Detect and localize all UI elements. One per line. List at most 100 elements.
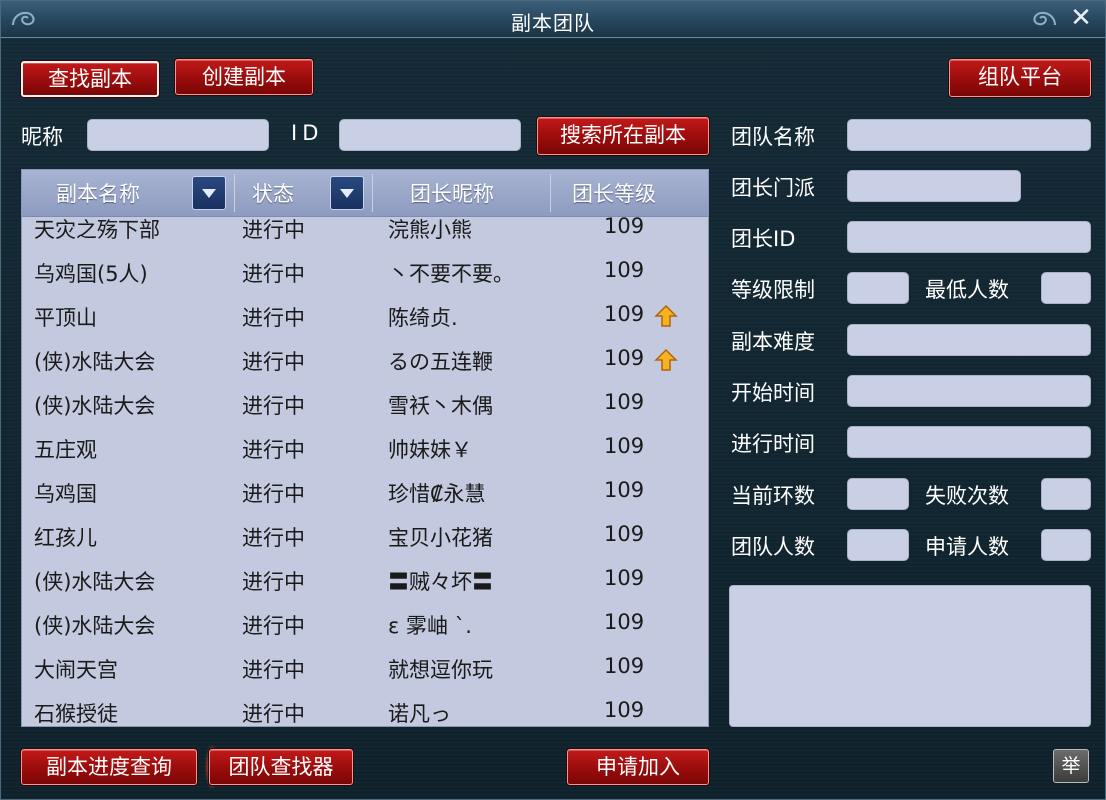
cell-leader-nickname: 诺凡っ	[388, 702, 451, 726]
current-round-label: 当前环数	[731, 484, 815, 508]
cell-leader-nickname: 丶不要不要。	[388, 262, 514, 286]
swirl-ornament-icon	[1033, 11, 1056, 26]
cell-status: 进行中	[242, 350, 305, 374]
cell-status: 进行中	[242, 482, 305, 506]
cell-status: 进行中	[242, 658, 305, 682]
cell-instance-name: (侠)水陆大会	[34, 614, 156, 638]
team-size-field	[847, 529, 909, 561]
team-size-label: 团队人数	[731, 535, 815, 559]
cell-leader-level: 109	[604, 258, 645, 282]
report-button[interactable]: 举	[1053, 749, 1089, 783]
table-row[interactable]: 五庄观 进行中 帅妹妹￥ 109	[22, 426, 690, 470]
cell-leader-nickname: 珍惜₡永慧	[388, 482, 486, 506]
cell-leader-level: 109	[604, 698, 645, 722]
cell-leader-nickname: 雪袄丶木偶	[388, 394, 493, 418]
level-limit-label: 等级限制	[731, 278, 815, 302]
table-row[interactable]: 大闹天宫 进行中 就想逗你玩 109	[22, 646, 690, 690]
cell-leader-nickname: るの五连鞭	[388, 350, 493, 374]
cell-leader-level: 109	[604, 566, 645, 590]
elapsed-time-label: 进行时间	[731, 432, 815, 456]
elapsed-time-field	[847, 426, 1091, 458]
cell-leader-nickname: 浣熊小熊	[388, 218, 472, 242]
leader-school-label: 团长门派	[731, 176, 815, 200]
table-row[interactable]: 平顶山 进行中 陈绮贞. 109	[22, 294, 690, 338]
cell-leader-level: 109	[604, 654, 645, 678]
team-name-field	[847, 119, 1091, 151]
cell-leader-level: 109	[604, 522, 645, 546]
id-label: ID	[291, 121, 324, 145]
table-row[interactable]: 石猴授徒 进行中 诺凡っ 109	[22, 690, 690, 726]
filter-dropdown-icon[interactable]	[330, 176, 364, 210]
fail-count-label: 失败次数	[925, 484, 1009, 508]
cell-status: 进行中	[242, 570, 305, 594]
table-row[interactable]: 红孩儿 进行中 宝贝小花猪 109	[22, 514, 690, 558]
table-row[interactable]: 乌鸡国 进行中 珍惜₡永慧 109	[22, 470, 690, 514]
table-row[interactable]: (侠)水陆大会 进行中 〓贼々坏〓 109	[22, 558, 690, 602]
list-rows: 天灾之殇下部 进行中 浣熊小熊 109 乌鸡国(5人) 进行中 丶不要不要。 109 平顶山 进行…	[22, 206, 690, 726]
cell-instance-name: 五庄观	[34, 438, 97, 462]
cell-status: 进行中	[242, 218, 305, 242]
cell-leader-nickname: 〓贼々坏〓	[388, 570, 493, 594]
cell-leader-level: 109	[604, 390, 645, 414]
cell-instance-name: 红孩儿	[34, 526, 97, 550]
table-row[interactable]: (侠)水陆大会 进行中 ε 雺岫 `. 109	[22, 602, 690, 646]
cell-status: 进行中	[242, 702, 305, 726]
team-finder-button[interactable]: 团队查找器	[209, 749, 353, 785]
team-description-box	[729, 585, 1091, 727]
cell-status: 进行中	[242, 394, 305, 418]
min-members-label: 最低人数	[925, 278, 1009, 302]
table-row[interactable]: 天灾之殇下部 进行中 浣熊小熊 109	[22, 206, 690, 250]
column-leader-level: 团长等级	[572, 182, 656, 206]
cell-instance-name: 天灾之殇下部	[34, 218, 160, 242]
window-title: 副本团队	[511, 11, 595, 35]
title-bar: 副本团队 ✕	[1, 1, 1105, 38]
cell-status: 进行中	[242, 526, 305, 550]
instance-list: 副本名称 状态 团长昵称 团长等级 天灾之殇下部 进行中 浣熊小熊 109 乌鸡国(5人…	[21, 169, 709, 727]
leader-id-label: 团长ID	[731, 227, 796, 251]
team-name-label: 团队名称	[731, 125, 815, 149]
difficulty-label: 副本难度	[731, 330, 815, 354]
cell-instance-name: (侠)水陆大会	[34, 570, 156, 594]
fail-count-field	[1041, 478, 1091, 510]
cell-instance-name: (侠)水陆大会	[34, 350, 156, 374]
cell-leader-nickname: 陈绮贞.	[388, 306, 458, 330]
team-platform-button[interactable]: 组队平台	[949, 59, 1091, 97]
cell-instance-name: 乌鸡国	[34, 482, 97, 506]
table-row[interactable]: 乌鸡国(5人) 进行中 丶不要不要。 109	[22, 250, 690, 294]
cell-status: 进行中	[242, 306, 305, 330]
column-instance-name: 副本名称	[56, 182, 140, 206]
cell-instance-name: 乌鸡国(5人)	[34, 262, 148, 286]
progress-query-button[interactable]: 副本进度查询	[21, 749, 197, 785]
cell-leader-level: 109	[604, 434, 645, 458]
cell-leader-nickname: 宝贝小花猪	[388, 526, 493, 550]
create-instance-button[interactable]: 创建副本	[175, 59, 313, 95]
cell-status: 进行中	[242, 438, 305, 462]
cell-leader-level: 109	[604, 610, 645, 634]
cell-leader-level: 109	[604, 478, 645, 502]
close-icon[interactable]: ✕	[1067, 4, 1095, 32]
id-input[interactable]	[339, 119, 521, 151]
leader-school-field	[847, 170, 1021, 202]
cell-leader-level: 109	[604, 346, 645, 370]
sort-dropdown-icon[interactable]	[192, 176, 226, 210]
table-row[interactable]: (侠)水陆大会 进行中 るの五连鞭 109	[22, 338, 690, 382]
cell-instance-name: (侠)水陆大会	[34, 394, 156, 418]
nickname-input[interactable]	[87, 119, 269, 151]
level-limit-field	[847, 272, 909, 304]
applicants-label: 申请人数	[925, 535, 1009, 559]
column-status: 状态	[252, 182, 294, 206]
cell-status: 进行中	[242, 262, 305, 286]
find-instance-button[interactable]: 查找副本	[21, 61, 159, 97]
level-up-arrow-icon	[654, 348, 678, 371]
table-row[interactable]: (侠)水陆大会 进行中 雪袄丶木偶 109	[22, 382, 690, 426]
column-leader-nickname: 团长昵称	[410, 182, 494, 206]
search-instance-button[interactable]: 搜索所在副本	[537, 117, 709, 155]
nickname-label: 昵称	[21, 125, 63, 149]
start-time-field	[847, 375, 1091, 407]
leader-id-field	[847, 221, 1091, 253]
cell-leader-nickname: ε 雺岫 `.	[388, 614, 472, 638]
start-time-label: 开始时间	[731, 381, 815, 405]
cell-status: 进行中	[242, 614, 305, 638]
list-scrollbar[interactable]	[708, 216, 709, 726]
apply-join-button[interactable]: 申请加入	[567, 749, 709, 785]
